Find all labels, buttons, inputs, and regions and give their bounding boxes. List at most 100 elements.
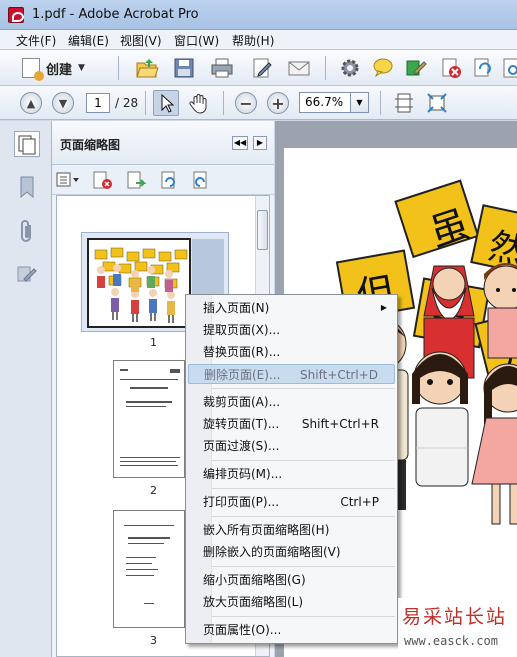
save-disk-icon	[174, 58, 194, 78]
menu-separator	[212, 516, 395, 517]
menu-item-label: 嵌入所有页面缩略图(H)	[203, 523, 330, 537]
bookmarks-nav-button[interactable]	[17, 175, 37, 202]
pages-icon	[18, 135, 36, 155]
previous-page-button[interactable]: ▲	[18, 90, 44, 116]
menu-item-label: 旋转页面(T)...	[203, 417, 280, 431]
printer-icon	[211, 58, 233, 78]
double-chevron-left-icon: ◀◀	[233, 138, 247, 147]
menu-extract-pages[interactable]: 提取页面(X)...	[188, 320, 395, 340]
thumbnail-label-3: 3	[150, 634, 157, 647]
insert-page-tool[interactable]	[126, 171, 148, 194]
speech-bubble-icon	[373, 58, 393, 78]
menu-page-transitions[interactable]: 页面过渡(S)...	[188, 436, 395, 456]
create-label: 创建	[46, 62, 73, 78]
menu-bar: 文件(F) 编辑(E) 视图(V) 窗口(W) 帮助(H)	[0, 30, 517, 50]
menu-reduce-thumbnails[interactable]: 缩小页面缩略图(G)	[188, 570, 395, 590]
menu-item-label: 放大页面缩略图(L)	[203, 595, 304, 609]
menu-item-label: 缩小页面缩略图(G)	[203, 573, 306, 587]
page-number-input[interactable]: 1	[86, 93, 110, 113]
window-title: 1.pdf - Adobe Acrobat Pro	[32, 7, 199, 22]
create-doc-icon	[22, 58, 44, 81]
toolbar-separator	[380, 91, 381, 115]
menu-item-label: 删除嵌入的页面缩略图(V)	[203, 545, 341, 559]
full-screen-button[interactable]	[424, 90, 450, 116]
comment-button[interactable]	[370, 55, 396, 81]
toolbar-separator	[118, 56, 119, 80]
minus-icon: −	[235, 92, 257, 114]
rotate-cw-tool[interactable]	[190, 171, 212, 194]
menu-item-label: 打印页面(P)...	[203, 495, 280, 509]
settings-button[interactable]	[337, 55, 363, 81]
email-button[interactable]	[286, 55, 312, 81]
menu-item-label: 提取页面(X)...	[203, 323, 281, 337]
open-folder-icon	[136, 59, 159, 78]
rotate-ccw-tool[interactable]	[158, 171, 180, 194]
page-context-menu[interactable]: 插入页面(N) ▶ 提取页面(X)... 替换页面(R)... 删除页面(E)..…	[185, 294, 398, 644]
menu-print-pages[interactable]: 打印页面(P)... Ctrl+P	[188, 492, 395, 512]
hand-tool-button[interactable]	[186, 90, 212, 116]
select-tool-button[interactable]	[153, 90, 179, 116]
menu-separator	[212, 616, 395, 617]
options-menu-button[interactable]	[56, 171, 80, 189]
protect-button[interactable]	[470, 55, 496, 81]
create-button[interactable]: 创建 ▼	[22, 56, 106, 81]
zoom-level-input[interactable]: 66.7%	[299, 92, 351, 113]
open-folder-button[interactable]	[134, 55, 160, 81]
zoom-in-button[interactable]: +	[265, 90, 291, 116]
fit-page-button[interactable]	[391, 90, 417, 116]
redact-button[interactable]	[438, 55, 464, 81]
crowd-illustration-thumbnail	[89, 240, 189, 326]
signatures-nav-button[interactable]	[16, 263, 38, 288]
menu-item-label: 删除页面(E)...	[204, 368, 281, 382]
navigation-rail	[0, 121, 52, 657]
scrollbar-thumb[interactable]	[257, 210, 268, 250]
save-button[interactable]	[171, 55, 197, 81]
zoom-dropdown-button[interactable]: ▼	[351, 92, 369, 113]
next-page-button[interactable]: ▼	[50, 90, 76, 116]
menu-separator	[212, 566, 395, 567]
menu-item-label: 页面过渡(S)...	[203, 439, 280, 453]
menu-view[interactable]: 视图(V)	[120, 32, 162, 49]
menu-help[interactable]: 帮助(H)	[232, 32, 274, 49]
page-thumbnail-2[interactable]	[113, 360, 185, 478]
menu-separator	[212, 460, 395, 461]
menu-separator	[212, 388, 395, 389]
menu-remove-embedded-thumbnails[interactable]: 删除嵌入的页面缩略图(V)	[188, 542, 395, 562]
signature-pen-icon	[17, 266, 37, 282]
site-watermark: 易采站长站 www.easck.com	[398, 598, 517, 657]
attachments-nav-button[interactable]	[17, 219, 37, 248]
print-button[interactable]	[209, 55, 235, 81]
cursor-arrow-icon	[161, 93, 175, 113]
collapse-panel-button[interactable]: ◀◀	[232, 136, 248, 150]
panel-menu-button[interactable]: ▶	[253, 136, 267, 150]
menu-file[interactable]: 文件(F)	[16, 32, 56, 49]
menu-window[interactable]: 窗口(W)	[174, 32, 219, 49]
menu-item-shortcut: Shift+Ctrl+D	[300, 368, 378, 382]
menu-replace-pages[interactable]: 替换页面(R)...	[188, 342, 395, 362]
page-thumbnail-3[interactable]	[113, 510, 185, 628]
page-1-preview	[87, 238, 191, 328]
menu-enlarge-thumbnails[interactable]: 放大页面缩略图(L)	[188, 592, 395, 612]
menu-insert-pages[interactable]: 插入页面(N) ▶	[188, 298, 395, 318]
menu-embed-thumbnails[interactable]: 嵌入所有页面缩略图(H)	[188, 520, 395, 540]
menu-page-properties[interactable]: 页面属性(O)...	[188, 620, 395, 640]
menu-crop-pages[interactable]: 裁剪页面(A)...	[188, 392, 395, 412]
chevron-right-icon: ▶	[256, 138, 264, 147]
pen-document-icon	[253, 58, 272, 78]
panel-title: 页面缩略图	[60, 138, 121, 152]
more-tools-button[interactable]	[498, 55, 517, 81]
menu-rotate-pages[interactable]: 旋转页面(T)... Shift+Ctrl+R	[188, 414, 395, 434]
menu-item-label: 裁剪页面(A)...	[203, 395, 281, 409]
expand-icon	[427, 93, 447, 113]
edit-document-button[interactable]	[249, 55, 275, 81]
delete-page-tool[interactable]	[92, 171, 114, 194]
menu-separator	[212, 488, 395, 489]
page-thumbnails-nav-button[interactable]	[14, 131, 40, 157]
menu-delete-pages[interactable]: 删除页面(E)... Shift+Ctrl+D	[188, 364, 395, 384]
zoom-out-button[interactable]: −	[233, 90, 259, 116]
sign-button[interactable]	[403, 55, 429, 81]
menu-number-pages[interactable]: 编排页码(M)...	[188, 464, 395, 484]
menu-edit[interactable]: 编辑(E)	[68, 32, 109, 49]
acrobat-app-icon	[8, 7, 24, 23]
plus-icon: +	[267, 92, 289, 114]
